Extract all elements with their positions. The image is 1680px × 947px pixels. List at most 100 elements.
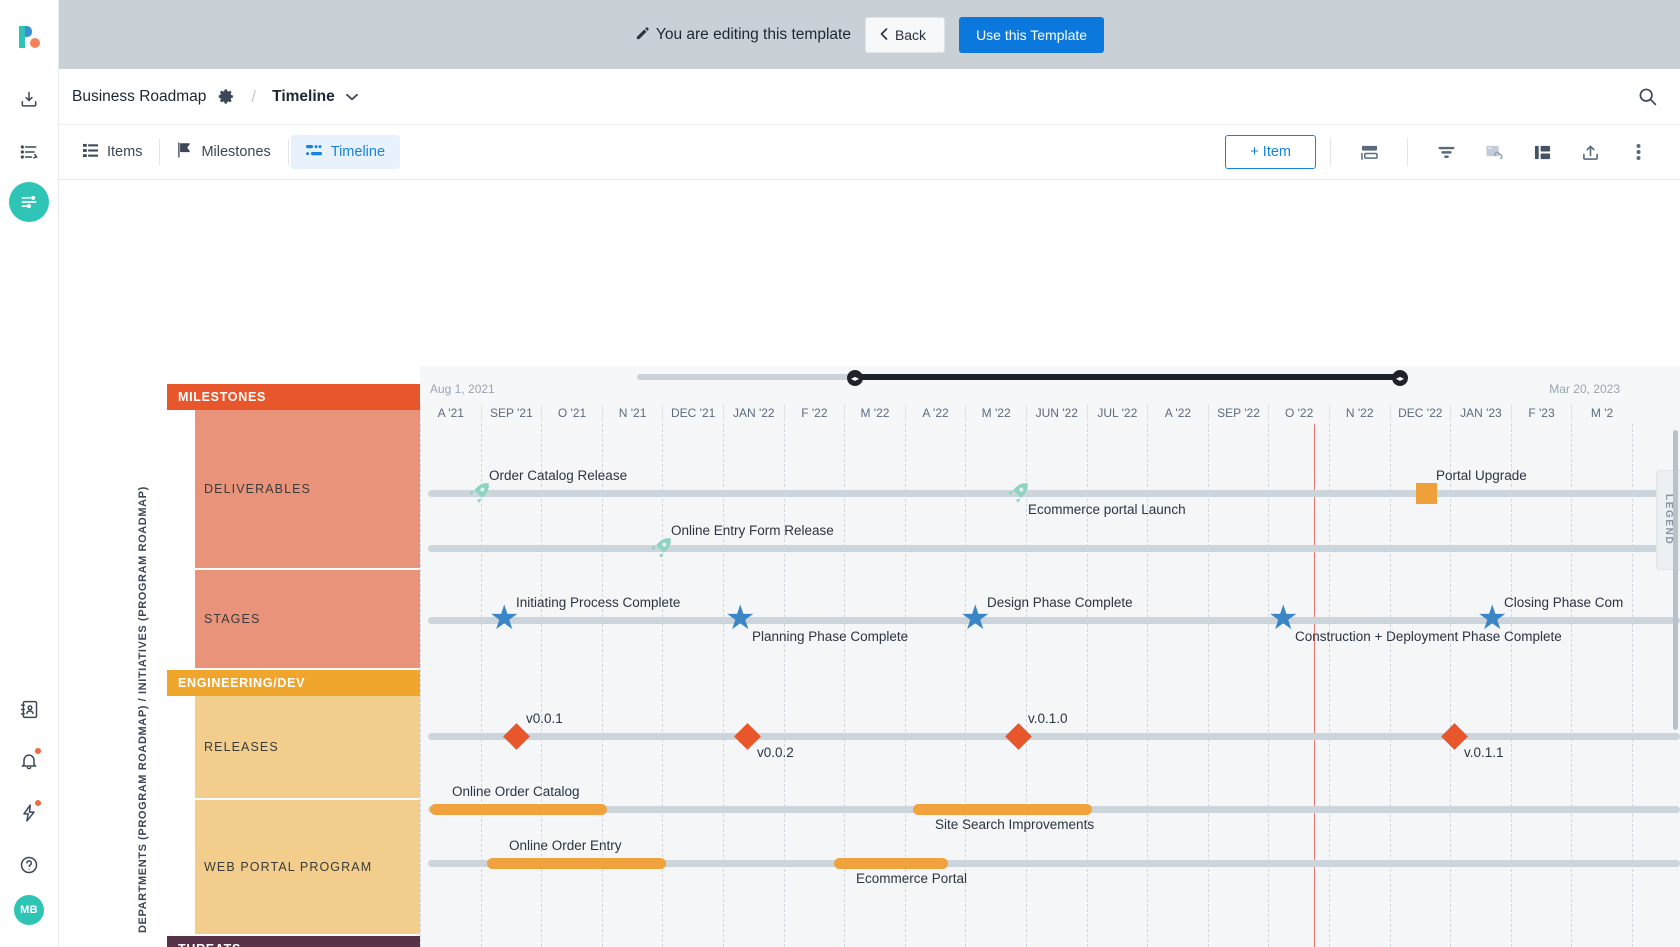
editing-template-banner: You are editing this template Back Use t… — [59, 0, 1680, 69]
share-icon[interactable] — [1571, 135, 1609, 169]
tab-items-label: Items — [107, 144, 142, 160]
search-icon[interactable] — [1637, 86, 1658, 107]
slider-handle-right[interactable]: ◂▸ — [1392, 370, 1408, 386]
milestone-star-icon[interactable]: ★ — [960, 601, 990, 635]
roadmap-name[interactable]: Business Roadmap — [72, 88, 206, 106]
tab-milestones[interactable]: Milestones — [162, 135, 285, 169]
back-button-label: Back — [895, 27, 926, 43]
row-group-header[interactable]: THREATS — [167, 936, 420, 947]
milestone-star-icon[interactable]: ★ — [725, 601, 755, 635]
timeline-bar[interactable] — [834, 858, 948, 869]
notification-badge-dot — [35, 748, 41, 754]
grid-line — [1329, 424, 1330, 947]
chevron-down-icon[interactable] — [346, 93, 358, 101]
timeline-icon — [306, 144, 322, 161]
milestone-star-icon[interactable]: ★ — [1477, 601, 1507, 635]
month-tick: M '2 — [1571, 404, 1632, 422]
marker-label: Planning Phase Complete — [752, 629, 908, 644]
more-vertical-icon[interactable] — [1619, 135, 1657, 169]
row-group-body: RELEASESWEB PORTAL PROGRAM — [167, 696, 420, 936]
row-group-header[interactable]: MILESTONES — [167, 384, 420, 410]
row-label[interactable]: STAGES — [195, 570, 420, 670]
timeline-range-slider[interactable]: ◂▸ ◂▸ — [637, 370, 1407, 384]
slider-handle-left[interactable]: ◂▸ — [847, 370, 863, 386]
bar-label: Online Order Catalog — [452, 784, 580, 799]
whats-new-badge-dot — [35, 800, 41, 806]
grid-line — [1390, 424, 1391, 947]
chevron-left-icon — [880, 27, 888, 43]
grid-line — [965, 424, 966, 947]
tab-milestones-label: Milestones — [201, 144, 270, 160]
tab-timeline-label: Timeline — [331, 144, 385, 160]
use-template-button[interactable]: Use this Template — [959, 17, 1104, 53]
sidebar-item-whats-new[interactable] — [7, 791, 51, 835]
sidebar-item-contacts[interactable] — [7, 687, 51, 731]
sidebar-item-help[interactable] — [7, 843, 51, 887]
back-button[interactable]: Back — [865, 17, 945, 53]
sidebar-item-notifications[interactable] — [7, 739, 51, 783]
swimlane-icon[interactable] — [1350, 135, 1388, 169]
sidebar-item-import[interactable] — [7, 78, 51, 122]
marker-label: v.0.1.1 — [1464, 745, 1504, 760]
main-column: You are editing this template Back Use t… — [59, 0, 1680, 947]
grid-line — [723, 424, 724, 947]
row-label[interactable]: DELIVERABLES — [195, 410, 420, 570]
milestone-rocket-icon[interactable] — [466, 480, 492, 506]
marker-label: Ecommerce portal Launch — [1028, 502, 1186, 517]
grid-line — [1632, 424, 1633, 947]
marker-label: v0.0.1 — [526, 711, 563, 726]
row-group-header[interactable]: ENGINEERING/DEV — [167, 670, 420, 696]
release-diamond-icon[interactable] — [503, 723, 530, 750]
month-tick: DEC '22 — [1390, 404, 1451, 422]
avatar[interactable]: MB — [14, 895, 44, 925]
marker-label: v0.0.2 — [757, 745, 794, 760]
sidebar-item-activity-feed[interactable] — [7, 130, 51, 174]
month-tick: A '22 — [1147, 404, 1208, 422]
row-label[interactable]: WEB PORTAL PROGRAM — [195, 800, 420, 936]
slider-selected-range[interactable] — [853, 374, 1401, 380]
add-item-button[interactable]: + Item — [1225, 135, 1316, 169]
banner-message: You are editing this template — [656, 26, 851, 43]
timeline-bar[interactable] — [430, 804, 607, 815]
tab-items[interactable]: Items — [68, 135, 157, 169]
roadmunk-logo-icon[interactable] — [14, 22, 44, 52]
month-tick: A '21 — [420, 404, 481, 422]
vertical-scrollbar[interactable] — [1673, 430, 1678, 730]
month-tick: N '21 — [602, 404, 663, 422]
view-name: Timeline — [272, 88, 335, 106]
layout-icon[interactable] — [1523, 135, 1561, 169]
marker-label: Closing Phase Com — [1504, 595, 1623, 610]
row-group-body: DELIVERABLESSTAGES — [167, 410, 420, 670]
milestone-star-icon[interactable]: ★ — [489, 601, 519, 635]
toolbar-divider — [1330, 138, 1331, 166]
link-window-icon[interactable] — [1475, 135, 1513, 169]
filter-icon[interactable] — [1427, 135, 1465, 169]
bar-label: Ecommerce Portal — [856, 871, 967, 886]
flag-icon — [177, 142, 192, 162]
release-diamond-icon[interactable] — [1005, 723, 1032, 750]
lane-rail — [428, 545, 1680, 552]
milestone-rocket-icon[interactable] — [648, 535, 674, 561]
grid-line — [420, 424, 421, 947]
grid-line — [1511, 424, 1512, 947]
sidebar-item-roadmaps[interactable] — [9, 182, 49, 222]
month-tick: SEP '22 — [1208, 404, 1269, 422]
timeline-end-date: Mar 20, 2023 — [1549, 382, 1620, 396]
gear-icon[interactable] — [218, 88, 235, 105]
tab-divider — [159, 139, 160, 165]
grid-line — [1450, 424, 1451, 947]
timeline-bar[interactable] — [913, 804, 1092, 815]
today-marker-line — [1314, 424, 1315, 947]
toolbar-divider — [1407, 138, 1408, 166]
marker-label: Online Entry Form Release — [671, 523, 834, 538]
timeline-start-date: Aug 1, 2021 — [430, 382, 495, 396]
timeline-chart-grid: Order Catalog ReleaseEcommerce portal La… — [420, 424, 1680, 947]
month-tick: M '22 — [965, 404, 1026, 422]
tab-timeline[interactable]: Timeline — [291, 135, 400, 169]
marker-label: v.0.1.0 — [1028, 711, 1068, 726]
timeline-bar[interactable] — [487, 858, 666, 869]
row-label[interactable]: RELEASES — [195, 696, 420, 800]
milestone-square-icon[interactable] — [1416, 483, 1437, 504]
milestone-star-icon[interactable]: ★ — [1268, 601, 1298, 635]
left-nav-rail: MB — [0, 0, 59, 947]
